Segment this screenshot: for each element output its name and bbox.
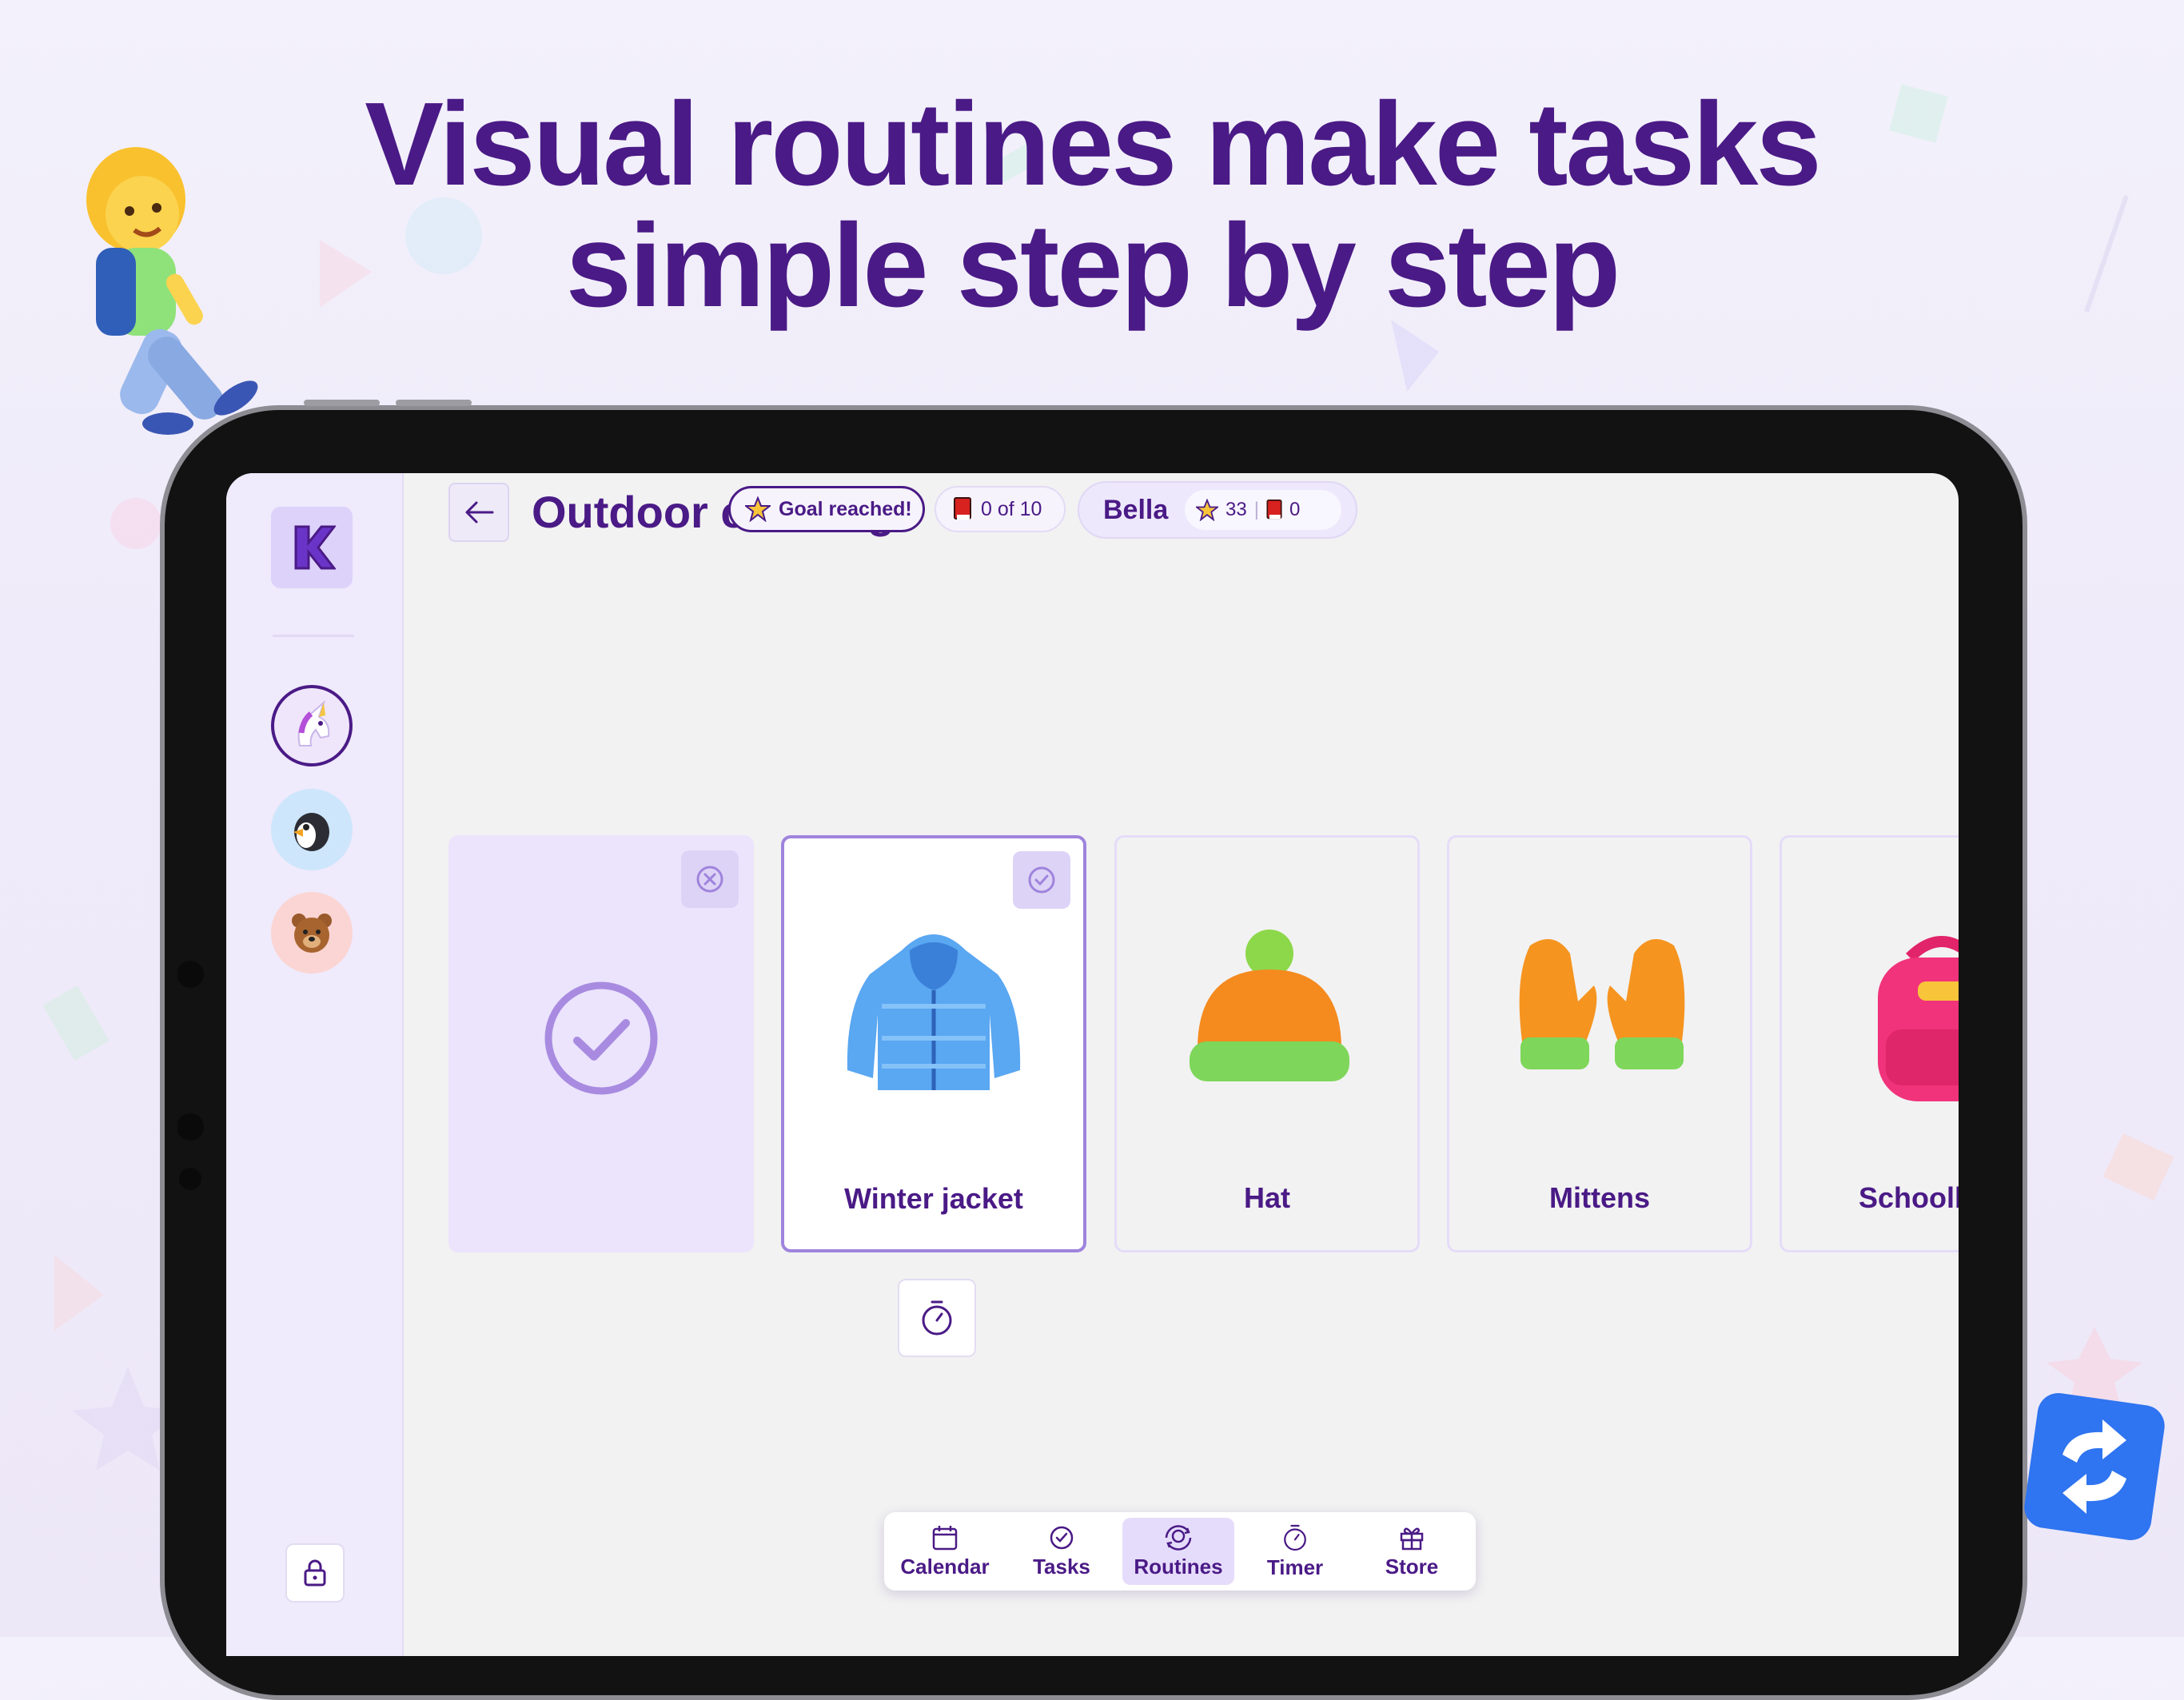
back-button[interactable] [448,483,509,542]
tablet-button [396,400,472,406]
app-screen: Outdoor clothing Goal reached! 0 of 10 B… [226,473,1959,1656]
routine-card-completed[interactable] [448,835,754,1252]
book-icon [1266,500,1282,520]
user-badge[interactable]: Bella 33 | 0 [1078,481,1357,539]
penguin-icon [293,813,329,851]
mittens-icon [1519,939,1685,1069]
sidebar [226,473,404,1656]
nav-timer[interactable]: Timer [1239,1518,1351,1585]
camera-dots [177,961,204,1190]
stopwatch-icon [1284,1524,1306,1551]
card-label: Mittens [1549,1181,1650,1214]
lock-icon [304,1559,326,1587]
walking-child-icon [86,147,258,435]
routine-card-mittens[interactable]: Mittens [1447,835,1752,1252]
tablet-button [304,400,380,406]
user-name: Bella [1103,494,1169,525]
routine-card-winter-jacket[interactable]: Winter jacket [781,835,1086,1252]
card-label: Schoolbag [1858,1181,1959,1214]
logo-k-icon [294,525,336,570]
book-icon [954,497,971,520]
card-label: Winter jacket [844,1182,1023,1215]
progress-badge: 0 of 10 [935,486,1066,532]
nav-label: Calendar [900,1554,990,1579]
goal-reached-badge[interactable]: Goal reached! [728,486,925,532]
unicorn-icon [297,699,330,746]
close-circle-icon [696,866,723,893]
stopwatch-icon [922,1300,952,1336]
nav-store[interactable]: Store [1356,1518,1468,1585]
check-circle-icon [544,981,658,1095]
star-icon [745,496,771,522]
user-stats: 33 | 0 [1185,490,1341,530]
card-label: Hat [1243,1181,1290,1214]
goal-reached-label: Goal reached! [779,497,912,520]
repeat-icon [2024,1393,2165,1540]
nav-label: Store [1385,1554,1439,1579]
bear-icon [292,914,332,953]
star-icon [1196,499,1218,521]
headline-line-2: simple step by step [565,200,1621,332]
check-circle-icon [1028,866,1055,894]
check-circle-icon [1050,1526,1074,1549]
routine-card-hat[interactable]: Hat [1114,835,1420,1252]
undo-button[interactable] [681,850,739,908]
calendar-icon [932,1525,958,1550]
routine-card-schoolbag[interactable]: Schoolbag [1779,835,1959,1252]
nav-calendar[interactable]: Calendar [889,1518,1001,1585]
arrow-left-icon [465,501,494,524]
jacket-icon [847,934,1021,1090]
nav-routines[interactable]: Routines [1122,1518,1234,1585]
progress-label: 0 of 10 [981,497,1042,520]
avatar-unicorn[interactable] [271,685,353,766]
avatar-penguin[interactable] [271,789,353,870]
parent-lock-button[interactable] [285,1543,345,1602]
task-timer-button[interactable] [898,1279,976,1357]
token-count: 0 [1289,499,1301,520]
mark-done-button[interactable] [1013,851,1070,909]
gift-icon [1400,1527,1424,1550]
bottom-nav: Calendar Tasks Routines Timer Store [884,1512,1476,1591]
stats-separator: | [1253,499,1259,520]
nav-label: Tasks [1033,1554,1090,1579]
nav-label: Routines [1134,1554,1223,1579]
nav-tasks[interactable]: Tasks [1006,1518,1118,1585]
sidebar-divider [273,635,354,637]
star-count: 33 [1226,499,1247,520]
headline-line-1: Visual routines make tasks [365,78,1822,210]
app-logo[interactable] [271,507,353,588]
routines-icon [1165,1524,1192,1551]
avatar-bear[interactable] [271,892,353,973]
backpack-icon [1878,936,1959,1101]
headline: Visual routines make tasks simple step b… [0,84,2184,327]
beanie-hat-icon [1190,930,1349,1081]
nav-label: Timer [1266,1555,1324,1579]
